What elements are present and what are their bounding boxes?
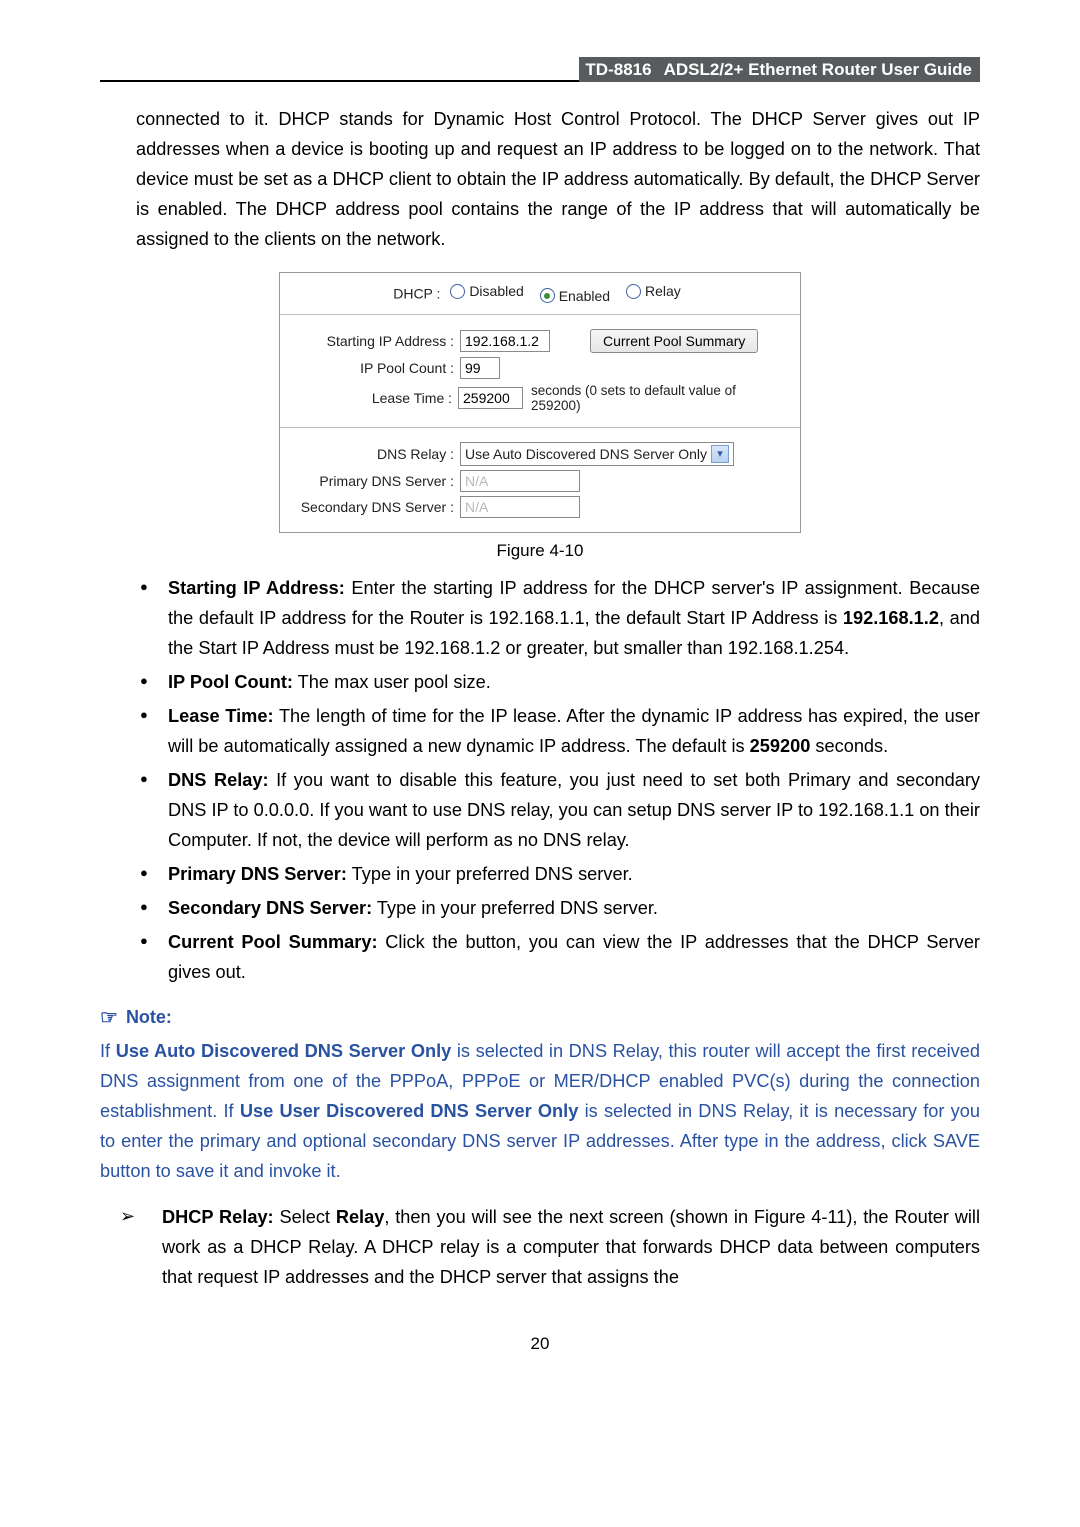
- radio-enabled[interactable]: Enabled: [540, 288, 610, 304]
- page-number: 20: [100, 1334, 980, 1354]
- bullet-list: Starting IP Address: Enter the starting …: [100, 573, 980, 987]
- pointer-icon: ☞: [100, 1005, 118, 1030]
- list-item: IP Pool Count: The max user pool size.: [136, 667, 980, 697]
- intro-paragraph: connected to it. DHCP stands for Dynamic…: [136, 104, 980, 254]
- page-header: TD-8816ADSL2/2+ Ethernet Router User Gui…: [100, 60, 980, 82]
- dns-relay-label: DNS Relay :: [294, 446, 460, 462]
- starting-ip-label: Starting IP Address :: [294, 333, 460, 349]
- note-body: If Use Auto Discovered DNS Server Only i…: [100, 1036, 980, 1186]
- model-badge: TD-8816: [579, 57, 657, 82]
- secondary-dns-label: Secondary DNS Server :: [294, 499, 460, 515]
- list-item: Current Pool Summary: Click the button, …: [136, 927, 980, 987]
- radio-icon: [540, 288, 555, 303]
- ip-pool-label: IP Pool Count :: [294, 360, 460, 376]
- radio-icon: [450, 284, 465, 299]
- ip-pool-input[interactable]: [460, 357, 500, 379]
- note-heading: ☞ Note:: [100, 1005, 980, 1030]
- current-pool-summary-button[interactable]: Current Pool Summary: [590, 329, 758, 353]
- dhcp-figure: DHCP : Disabled Enabled Relay Starting I…: [279, 272, 801, 533]
- lease-time-input[interactable]: [458, 387, 523, 409]
- secondary-dns-input[interactable]: [460, 496, 580, 518]
- radio-icon: [626, 284, 641, 299]
- list-item: Lease Time: The length of time for the I…: [136, 701, 980, 761]
- dns-relay-select[interactable]: Use Auto Discovered DNS Server Only ▾: [460, 442, 734, 466]
- arrow-list: DHCP Relay: Select Relay, then you will …: [100, 1202, 980, 1292]
- list-item: Primary DNS Server: Type in your preferr…: [136, 859, 980, 889]
- primary-dns-input[interactable]: [460, 470, 580, 492]
- figure-caption: Figure 4-10: [100, 541, 980, 561]
- list-item: Secondary DNS Server: Type in your prefe…: [136, 893, 980, 923]
- radio-relay[interactable]: Relay: [626, 283, 681, 299]
- document-page: TD-8816ADSL2/2+ Ethernet Router User Gui…: [0, 0, 1080, 1394]
- list-item: DNS Relay: If you want to disable this f…: [136, 765, 980, 855]
- doc-title: ADSL2/2+ Ethernet Router User Guide: [658, 57, 980, 82]
- radio-disabled[interactable]: Disabled: [450, 283, 523, 299]
- list-item: DHCP Relay: Select Relay, then you will …: [100, 1202, 980, 1292]
- dhcp-label: DHCP :: [393, 286, 440, 302]
- list-item: Starting IP Address: Enter the starting …: [136, 573, 980, 663]
- chevron-down-icon: ▾: [711, 445, 729, 463]
- primary-dns-label: Primary DNS Server :: [294, 473, 460, 489]
- lease-suffix: seconds (0 sets to default value of 2592…: [531, 383, 786, 413]
- lease-time-label: Lease Time :: [294, 390, 458, 406]
- starting-ip-input[interactable]: [460, 330, 550, 352]
